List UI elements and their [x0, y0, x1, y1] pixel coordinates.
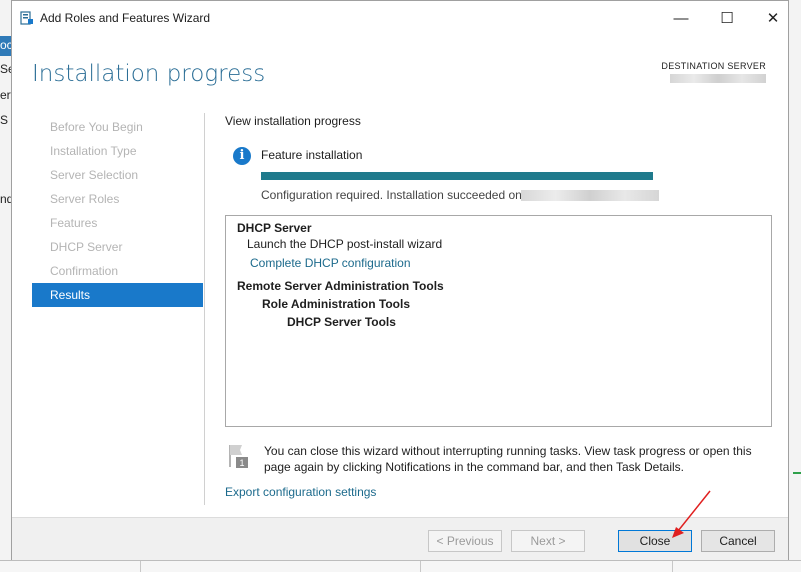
step-features: Features — [50, 216, 98, 230]
progress-bar-fill — [261, 172, 653, 180]
wizard-steps: Before You Begin Installation Type Serve… — [32, 115, 203, 307]
wizard-footer: < Previous Next > Close Cancel — [12, 517, 788, 560]
step-results[interactable]: Results — [32, 283, 203, 307]
cancel-button[interactable]: Cancel — [701, 530, 775, 552]
feature-installation-label: Feature installation — [261, 148, 363, 162]
destination-server-redacted — [670, 74, 766, 83]
installation-status-text: Configuration required. Installation suc… — [261, 188, 522, 202]
notification-badge-count: 1 — [239, 458, 244, 468]
result-dhcp-server: DHCP Server — [237, 221, 312, 235]
title-bar[interactable]: Add Roles and Features Wizard — ☐ ✕ — [12, 1, 788, 35]
step-dhcp-server: DHCP Server — [50, 240, 123, 254]
next-button[interactable]: Next > — [511, 530, 585, 552]
close-window-button[interactable]: ✕ — [750, 1, 796, 35]
previous-button[interactable]: < Previous — [428, 530, 502, 552]
page-title: Installation progress — [32, 61, 266, 87]
wizard-window: Add Roles and Features Wizard — ☐ ✕ Inst… — [11, 0, 789, 560]
background-cell — [140, 561, 141, 572]
installation-results-list: DHCP Server Launch the DHCP post-install… — [225, 215, 772, 427]
step-server-selection: Server Selection — [50, 168, 139, 182]
background-bottom-bar — [0, 560, 801, 572]
complete-dhcp-configuration-link[interactable]: Complete DHCP configuration — [250, 256, 411, 270]
result-rsat: Remote Server Administration Tools — [237, 279, 444, 293]
background-cell — [672, 561, 673, 572]
step-before-you-begin: Before You Begin — [50, 120, 143, 134]
info-icon: i — [233, 147, 251, 165]
steps-divider — [204, 113, 205, 505]
server-manager-icon — [20, 11, 33, 25]
notification-flag-icon: 1 — [229, 445, 248, 468]
result-dhcp-server-tools: DHCP Server Tools — [287, 315, 396, 329]
result-role-admin-tools: Role Administration Tools — [262, 297, 411, 311]
background-status-line — [793, 472, 801, 474]
export-configuration-link[interactable]: Export configuration settings — [225, 485, 376, 499]
destination-server-label: DESTINATION SERVER — [661, 61, 766, 71]
background-right-edge — [789, 0, 801, 571]
close-wizard-note: You can close this wizard without interr… — [264, 444, 752, 474]
background-cell — [420, 561, 421, 572]
close-button[interactable]: Close — [618, 530, 692, 552]
maximize-button[interactable]: ☐ — [704, 1, 750, 35]
step-server-roles: Server Roles — [50, 192, 120, 206]
server-name-redacted — [521, 190, 659, 201]
background-fragment: S — [0, 113, 9, 127]
minimize-button[interactable]: — — [658, 1, 704, 35]
view-progress-heading: View installation progress — [225, 114, 361, 128]
result-launch-text: Launch the DHCP post-install wizard — [247, 237, 443, 251]
installation-progress-bar — [261, 172, 653, 180]
window-title: Add Roles and Features Wizard — [40, 11, 211, 25]
step-confirmation: Confirmation — [50, 264, 119, 278]
step-installation-type: Installation Type — [50, 144, 137, 158]
